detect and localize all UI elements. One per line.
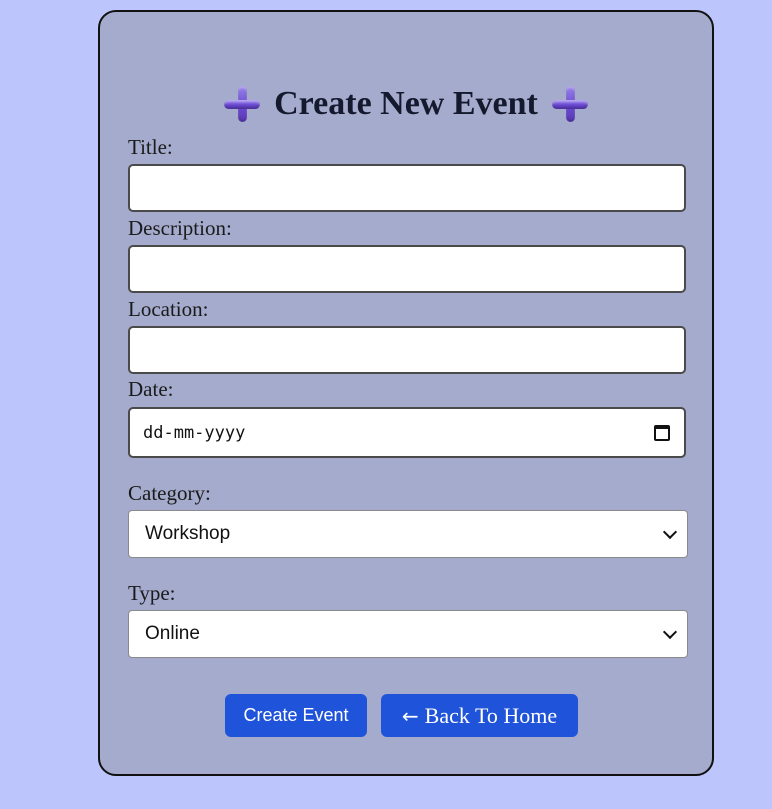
location-input[interactable] [128,326,686,374]
description-label: Description: [128,216,232,240]
category-selected-value: Workshop [145,523,231,544]
date-label: Date: [128,377,174,401]
back-to-home-label: Back To Home [424,702,558,728]
category-select[interactable]: Workshop [128,510,688,558]
location-label: Location: [128,297,209,321]
arrow-left-icon: ← [401,703,419,728]
date-input[interactable]: dd-mm-yyyy [128,407,686,458]
type-select[interactable]: Online [128,610,688,658]
page-title: Create New Event [274,85,538,122]
category-label: Category: [128,481,211,505]
back-to-home-button[interactable]: ← Back To Home [381,694,578,737]
description-input[interactable] [128,245,686,293]
title-row: Create New Event [100,82,712,126]
type-label: Type: [128,581,176,605]
calendar-icon[interactable] [654,424,670,441]
title-input[interactable] [128,164,686,212]
chevron-down-icon [662,524,678,539]
chevron-down-icon [662,624,678,639]
plus-icon [224,86,261,122]
title-label: Title: [128,135,173,159]
type-selected-value: Online [145,623,200,644]
create-event-button[interactable]: Create Event [225,694,367,737]
date-placeholder: dd-mm-yyyy [143,422,246,443]
create-event-card: Create New Event Title: Description: Loc… [98,10,714,776]
plus-icon [551,86,588,122]
